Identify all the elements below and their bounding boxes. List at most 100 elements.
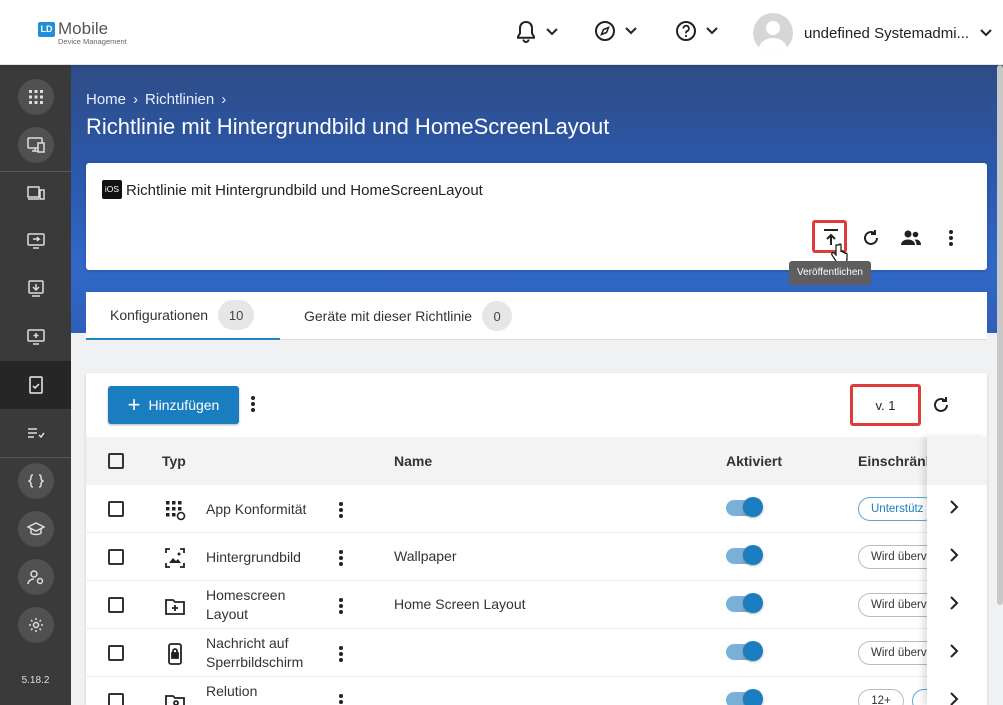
column-type[interactable]: Typ <box>162 437 186 485</box>
tab-label: Konfigurationen <box>110 307 209 323</box>
row-checkbox[interactable] <box>108 501 124 517</box>
page-title: Richtlinie mit Hintergrundbild und HomeS… <box>86 114 610 139</box>
row-type: Homescreen Layout <box>206 587 286 622</box>
add-screen-icon <box>26 329 45 345</box>
wallpaper-icon <box>165 548 185 568</box>
avatar <box>753 13 793 53</box>
more-vert-icon <box>339 646 343 662</box>
restriction-chip: 12+ <box>858 689 904 705</box>
more-vert-icon <box>251 396 255 412</box>
row-checkbox[interactable] <box>108 597 124 613</box>
policy-card: iOS Richtlinie mit Hintergrundbild und H… <box>86 163 987 270</box>
explore-menu[interactable] <box>594 20 638 42</box>
more-vert-icon <box>949 230 953 246</box>
enabled-toggle[interactable] <box>726 641 763 661</box>
sidebar-item-user-settings[interactable] <box>0 553 71 601</box>
compass-icon <box>595 21 615 41</box>
logo-sub-text: Device Management <box>58 37 127 46</box>
table-row[interactable]: Nachricht auf Sperrbildschirm Wird überv <box>86 629 987 677</box>
add-button-label: Hinzufügen <box>148 397 220 413</box>
row-more-button[interactable] <box>338 501 344 524</box>
enabled-toggle[interactable] <box>726 497 763 517</box>
breadcrumb-home[interactable]: Home <box>86 91 126 108</box>
enabled-toggle[interactable] <box>726 593 763 613</box>
sidebar-item-apps[interactable] <box>0 73 71 121</box>
settings-icon <box>28 618 43 632</box>
sidebar-item-device-monitor[interactable] <box>0 121 71 169</box>
add-button[interactable]: + Hinzufügen <box>108 386 239 424</box>
user-name: undefined Systemadmi... <box>804 24 970 42</box>
app-compliance-icon <box>166 501 186 521</box>
row-actions-column <box>927 437 987 705</box>
sidebar-item-add-screen[interactable] <box>0 313 71 361</box>
column-enabled[interactable]: Aktiviert <box>726 437 782 485</box>
tab-devices-with-policy[interactable]: Geräte mit dieser Richtlinie 0 <box>304 292 513 340</box>
chevron-right-icon <box>950 692 959 705</box>
sidebar-item-policies[interactable] <box>0 361 71 409</box>
restriction-chip: Unterstütz <box>858 497 937 521</box>
chevron-right-icon <box>950 500 959 514</box>
folder-add-icon <box>165 599 185 615</box>
sidebar-item-screen-share[interactable] <box>0 217 71 265</box>
enabled-toggle[interactable] <box>726 545 763 565</box>
sidebar-item-code[interactable] <box>0 457 71 505</box>
publish-tooltip: Veröffentlichen <box>789 261 871 285</box>
sidebar-item-devices[interactable] <box>0 169 71 217</box>
help-menu[interactable] <box>675 20 719 42</box>
sidebar-item-education[interactable] <box>0 505 71 553</box>
table-row[interactable]: Homescreen Layout Home Screen Layout Wir… <box>86 581 987 629</box>
row-type: Hintergrundbild <box>206 549 301 565</box>
more-vert-icon <box>339 550 343 566</box>
policy-icon <box>28 376 43 394</box>
top-bar: LD Mobile Device Management undefined Sy… <box>0 0 1003 65</box>
more-vert-icon <box>339 598 343 614</box>
column-name[interactable]: Name <box>394 437 432 485</box>
sync-icon <box>864 230 878 245</box>
row-more-button[interactable] <box>338 693 344 705</box>
chevron-right-icon: › <box>221 91 227 108</box>
sidebar-item-settings[interactable] <box>0 601 71 649</box>
more-options-button[interactable] <box>938 225 964 251</box>
row-type: App Konformität <box>206 501 307 517</box>
assign-users-button[interactable] <box>898 225 924 251</box>
more-vert-icon <box>339 502 343 518</box>
breadcrumb-policies[interactable]: Richtlinien <box>145 91 214 108</box>
chevron-right-icon <box>950 548 959 562</box>
sidebar-item-checklist[interactable] <box>0 409 71 457</box>
column-restrictions[interactable]: Einschränk <box>858 437 933 485</box>
more-vert-icon <box>339 694 343 704</box>
table-row[interactable]: Relution 12+ <box>86 677 987 705</box>
logo-main-text: Mobile <box>58 19 109 38</box>
page-scrollbar[interactable] <box>997 65 1003 605</box>
logo-badge: LD <box>38 22 55 37</box>
row-checkbox[interactable] <box>108 645 124 661</box>
version-selector[interactable]: v. 1 <box>850 384 921 426</box>
table-row[interactable]: App Konformität Unterstütz <box>86 485 987 533</box>
notifications-menu[interactable] <box>515 20 559 44</box>
row-more-button[interactable] <box>338 549 344 572</box>
tabs: Konfigurationen 10 Geräte mit dieser Ric… <box>86 292 987 340</box>
user-settings-icon <box>26 570 43 585</box>
logo[interactable]: LD Mobile Device Management <box>38 20 127 46</box>
enabled-toggle[interactable] <box>726 689 763 705</box>
row-more-button[interactable] <box>338 645 344 668</box>
select-all-checkbox[interactable] <box>108 453 124 469</box>
tab-configurations[interactable]: Konfigurationen 10 <box>86 292 280 340</box>
chevron-right-icon: › <box>133 91 139 108</box>
sidebar-item-download[interactable] <box>0 265 71 313</box>
tab-count: 10 <box>218 300 255 330</box>
refresh-icon <box>934 397 948 412</box>
row-checkbox[interactable] <box>108 549 124 565</box>
version-label: v. 1 <box>875 397 896 413</box>
refresh-button[interactable] <box>931 395 951 420</box>
device-monitor-icon <box>26 137 45 153</box>
sync-button[interactable] <box>858 225 884 251</box>
chevron-down-icon <box>546 28 558 36</box>
download-icon <box>27 280 44 297</box>
row-more-button[interactable] <box>338 597 344 620</box>
user-menu[interactable]: undefined Systemadmi... <box>753 13 993 53</box>
table-row[interactable]: Hintergrundbild Wallpaper Wird überv <box>86 533 987 581</box>
toolbar-more-button[interactable] <box>250 395 256 418</box>
apps-icon <box>28 90 43 104</box>
row-checkbox[interactable] <box>108 693 124 705</box>
